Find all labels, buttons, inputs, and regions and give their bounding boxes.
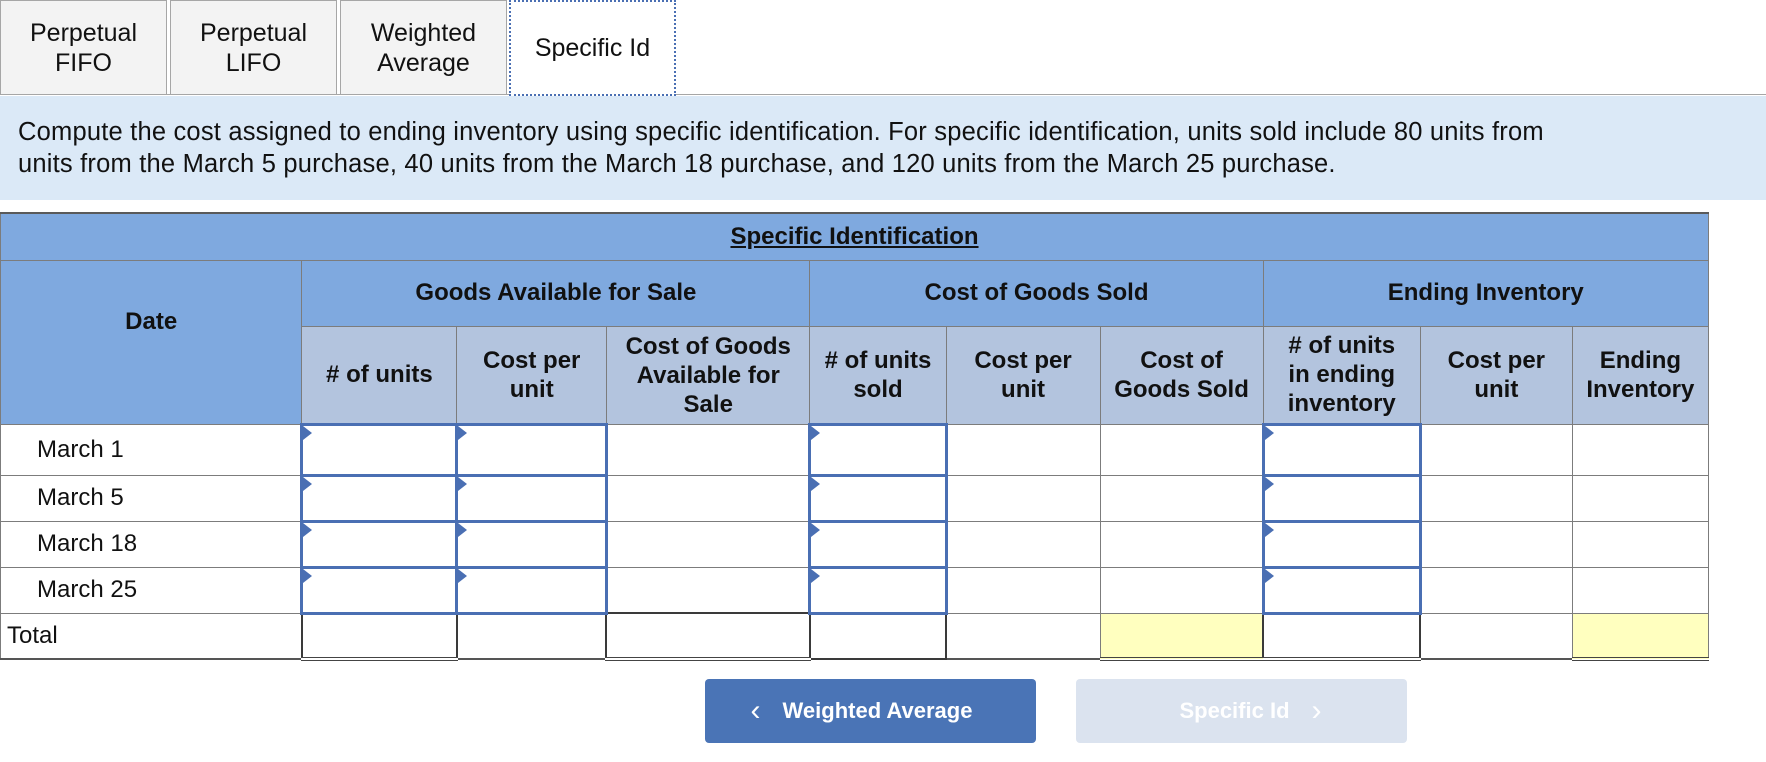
tab-perpetual-lifo[interactable]: Perpetual LIFO — [170, 0, 337, 94]
col-header-ga-cost: Cost per unit — [456, 325, 607, 425]
cs-units-input[interactable] — [808, 422, 948, 477]
next-specific-id-button[interactable]: Specific Id › — [1076, 679, 1407, 743]
total-cs-units — [808, 612, 948, 660]
ei-cost-cell — [1419, 520, 1573, 568]
row-label-march-25: March 25 — [0, 566, 303, 614]
specific-identification-table: Specific Identification Date Goods Avail… — [0, 212, 1710, 661]
col-header-ei-cost: Cost per unit — [1419, 325, 1573, 425]
cs-units-input[interactable] — [808, 473, 948, 523]
col-header-cs-cost: Cost per unit — [945, 325, 1101, 425]
cs-cost-cell — [945, 423, 1101, 476]
total-ending-inventory — [1571, 612, 1710, 661]
ga-units-input[interactable] — [300, 565, 459, 615]
total-ga-units — [300, 612, 458, 661]
col-header-ga-units: # of units — [301, 325, 458, 425]
ga-units-input[interactable] — [300, 519, 459, 569]
ga-units-input[interactable] — [300, 473, 459, 523]
total-ei-units — [1262, 612, 1422, 661]
ei-cost-cell — [1419, 423, 1573, 476]
ei-total-cell — [1571, 520, 1710, 568]
ga-total-cell — [605, 423, 811, 476]
ga-total-cell — [605, 520, 811, 568]
prev-button-label: Weighted Average — [782, 698, 973, 723]
ei-units-input[interactable] — [1261, 519, 1422, 569]
ga-units-input[interactable] — [300, 422, 459, 477]
chevron-right-icon: › — [1311, 694, 1322, 727]
instruction-line-2: units from the March 5 purchase, 40 unit… — [18, 150, 1336, 178]
total-row: Total — [0, 612, 1710, 661]
total-cost-of-goods-sold — [1099, 612, 1264, 661]
col-header-cs-units: # of units sold — [809, 325, 947, 425]
ga-total-cell — [605, 566, 811, 614]
table-row: March 5 — [0, 473, 1710, 523]
table-row: March 1 — [0, 422, 1710, 477]
ei-units-input[interactable] — [1261, 565, 1422, 615]
ei-units-input[interactable] — [1261, 422, 1422, 477]
tab-bar: Perpetual FIFO Perpetual LIFO Weighted A… — [0, 0, 1766, 96]
cs-units-input[interactable] — [808, 519, 948, 569]
ending-inventory-header: Ending Inventory — [1262, 259, 1710, 327]
instruction-panel: Compute the cost assigned to ending inve… — [0, 96, 1766, 200]
ga-cost-input[interactable] — [455, 473, 608, 523]
tab-specific-id[interactable]: Specific Id — [509, 0, 676, 96]
prev-weighted-average-button[interactable]: ‹ Weighted Average — [705, 679, 1036, 743]
chevron-left-icon: ‹ — [750, 694, 761, 727]
cs-total-cell — [1099, 566, 1264, 614]
ga-cost-input[interactable] — [455, 519, 608, 569]
instruction-line-1: Compute the cost assigned to ending inve… — [18, 118, 1544, 146]
ei-units-input[interactable] — [1261, 473, 1422, 523]
table-row: March 18 — [0, 519, 1710, 569]
total-cs-cost — [945, 612, 1101, 660]
col-header-ga-total: Cost of Goods Available for Sale — [605, 325, 811, 425]
next-button-label: Specific Id — [1179, 698, 1290, 723]
date-header: Date — [0, 259, 303, 425]
ei-total-cell — [1571, 474, 1710, 522]
tab-perpetual-fifo[interactable]: Perpetual FIFO — [0, 0, 167, 94]
cs-total-cell — [1099, 520, 1264, 568]
goods-available-header: Goods Available for Sale — [301, 259, 811, 327]
table-row: March 25 — [0, 565, 1710, 615]
ei-cost-cell — [1419, 474, 1573, 522]
ga-cost-input[interactable] — [455, 565, 608, 615]
cs-cost-cell — [945, 520, 1101, 568]
row-label-march-5: March 5 — [0, 474, 303, 522]
cs-cost-cell — [945, 474, 1101, 522]
cs-units-input[interactable] — [808, 565, 948, 615]
tab-weighted-average[interactable]: Weighted Average — [340, 0, 507, 94]
col-header-ei-total: Ending Inventory — [1571, 325, 1710, 425]
row-label-march-1: March 1 — [0, 423, 303, 476]
total-ga-total — [605, 612, 811, 661]
col-header-cs-total: Cost of Goods Sold — [1099, 325, 1264, 425]
total-ei-cost — [1419, 612, 1573, 660]
ei-cost-cell — [1419, 566, 1573, 614]
ei-total-cell — [1571, 423, 1710, 476]
table-title: Specific Identification — [0, 212, 1709, 261]
total-label: Total — [0, 612, 303, 660]
cs-total-cell — [1099, 474, 1264, 522]
ga-cost-input[interactable] — [455, 422, 608, 477]
ga-total-cell — [605, 474, 811, 522]
cost-of-goods-sold-header: Cost of Goods Sold — [809, 259, 1264, 327]
total-ga-cost — [456, 612, 607, 660]
ei-total-cell — [1571, 566, 1710, 614]
col-header-ei-units: # of units in ending inventory — [1262, 325, 1421, 425]
cs-total-cell — [1099, 423, 1264, 476]
row-label-march-18: March 18 — [0, 520, 303, 568]
cs-cost-cell — [945, 566, 1101, 614]
